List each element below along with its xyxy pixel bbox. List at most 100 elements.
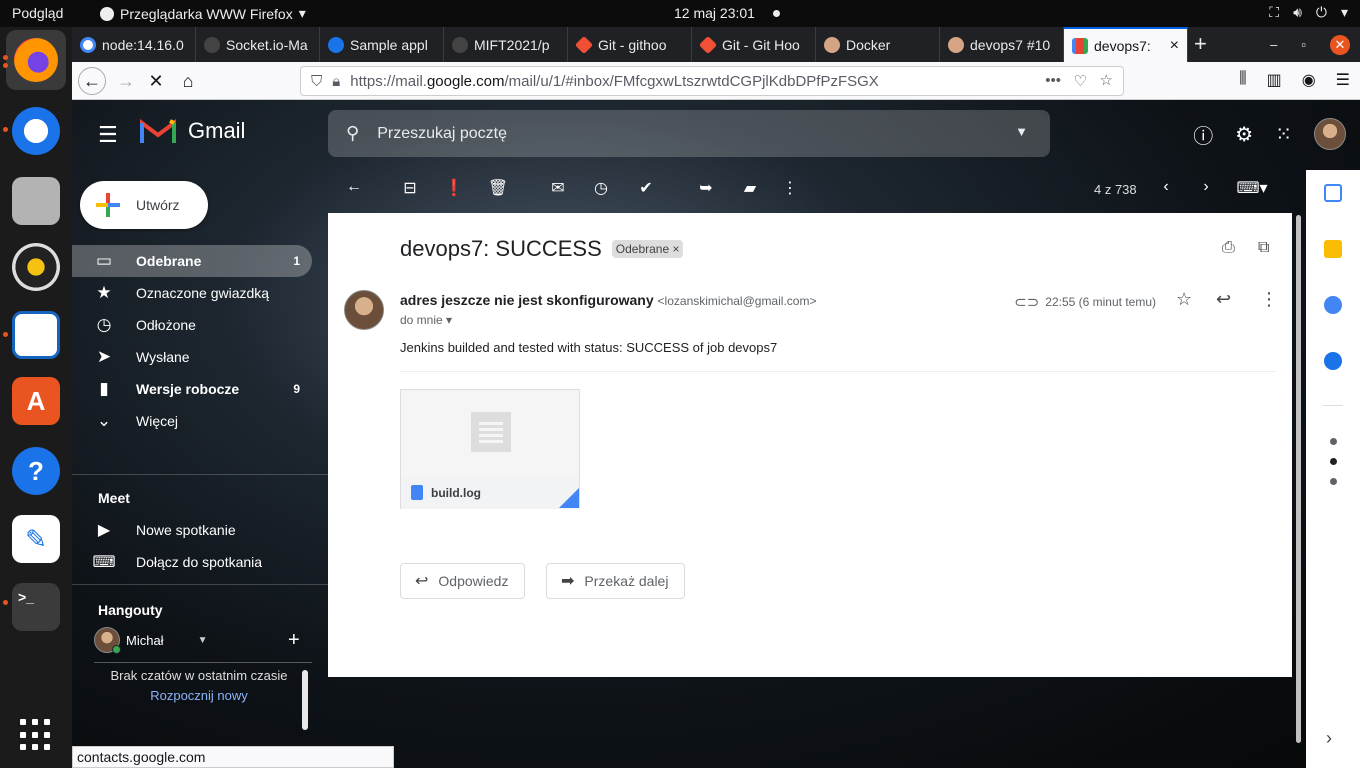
add-on-dot[interactable] (1330, 458, 1337, 465)
shield-icon[interactable]: ⛉ (311, 73, 322, 90)
gmail-logo[interactable]: Gmail (140, 117, 245, 145)
maximize-icon[interactable]: ▫ (1301, 37, 1306, 52)
lock-icon[interactable]: 🔒︎ (332, 73, 340, 90)
next-icon[interactable]: › (1194, 178, 1218, 196)
contacts-icon[interactable] (1324, 352, 1342, 370)
sender-name[interactable]: adres jeszcze nie jest skonfigurowany (400, 292, 654, 308)
recipients-toggle[interactable]: do mnie ▾ (400, 313, 452, 327)
inbox-label-chip[interactable]: Odebrane × (611, 240, 684, 258)
help-icon[interactable]: ? (12, 447, 60, 495)
pocket-icon[interactable]: ♡ (1074, 72, 1087, 90)
system-tray[interactable]: ⛶ 🔊︎ ⏻ ▾ (1269, 4, 1348, 21)
open-in-new-window-icon[interactable]: ⧉ (1258, 239, 1269, 257)
star-icon[interactable]: ☆ (1176, 289, 1192, 310)
browser-tab[interactable]: devops7 #10 (940, 27, 1064, 62)
home-button[interactable]: ⌂ (174, 67, 202, 95)
new-meeting-button[interactable]: ▶ Nowe spotkanie (72, 514, 328, 546)
activities-button[interactable]: Podgląd (12, 5, 63, 21)
library-icon[interactable]: ⫼ (1239, 70, 1246, 90)
search-bar[interactable]: ⚲ Przeszukaj pocztę ▼ (328, 110, 1050, 157)
hangouts-user[interactable]: Michał ▼ (94, 627, 208, 654)
scrollbar-thumb[interactable] (1296, 215, 1301, 743)
nav-more[interactable]: ⌄ Więcej (72, 405, 312, 437)
join-meeting-button[interactable]: ⌨ Dołącz do spotkania (72, 546, 328, 578)
network-icon[interactable]: ⛶ (1269, 4, 1279, 21)
chat-scrollbar[interactable] (302, 670, 308, 730)
back-to-inbox-icon[interactable]: ← (342, 178, 366, 196)
rhythmbox-icon[interactable] (12, 243, 60, 291)
move-to-icon[interactable]: ➥ (694, 178, 718, 198)
search-input[interactable]: Przeszukaj pocztę (377, 125, 507, 143)
start-new-chat-link[interactable]: Rozpocznij nowy (94, 686, 304, 706)
reply-button[interactable]: ↩ Odpowiedz (400, 563, 526, 599)
writer-icon[interactable] (12, 311, 60, 359)
url-bar[interactable]: ⛉ 🔒︎ https://mail.google.com/mail/u/1/#i… (300, 66, 1124, 96)
keep-icon[interactable] (1324, 240, 1342, 258)
more-actions-icon[interactable]: ⋮ (778, 178, 802, 198)
account-icon[interactable]: ◉ (1302, 70, 1316, 90)
new-chat-plus-icon[interactable]: + (288, 629, 300, 652)
nav-drafts[interactable]: ▮ Wersje robocze 9 (72, 373, 312, 405)
browser-tab[interactable]: Git - githoo (568, 27, 692, 62)
terminal-icon[interactable]: >_ (12, 583, 60, 631)
text-editor-icon[interactable]: ✎ (12, 515, 60, 563)
sender-avatar[interactable] (344, 290, 384, 330)
power-icon[interactable]: ⏻ (1316, 4, 1327, 21)
add-on-dot[interactable] (1330, 438, 1337, 445)
browser-tab[interactable]: Sample appl (320, 27, 444, 62)
message-scrollbar[interactable] (1294, 213, 1304, 753)
expand-panel-icon[interactable]: › (1326, 728, 1332, 749)
report-spam-icon[interactable]: ❗ (442, 178, 466, 198)
chevron-down-icon[interactable]: ▾ (1341, 4, 1348, 21)
delete-icon[interactable]: 🗑︎ (486, 178, 510, 198)
help-icon[interactable]: ⓘ (1193, 120, 1213, 149)
label-icon[interactable]: ▰ (738, 178, 762, 198)
hamburger-menu-icon[interactable]: ☰ (1336, 70, 1350, 90)
thunderbird-icon[interactable] (12, 107, 60, 155)
close-window-icon[interactable]: ✕ (1330, 34, 1350, 55)
browser-tab[interactable]: node:14.16.0 (72, 27, 196, 62)
chevron-down-icon[interactable]: ▼ (198, 635, 208, 646)
browser-tab[interactable]: Socket.io-Ma (196, 27, 320, 62)
account-avatar[interactable] (1314, 118, 1346, 150)
browser-tab[interactable]: Docker (816, 27, 940, 62)
nav-inbox[interactable]: ▭ Odebrane 1 (72, 245, 312, 277)
main-menu-icon[interactable]: ☰ (98, 122, 118, 148)
close-icon[interactable]: × (1170, 37, 1179, 55)
software-icon[interactable]: A (12, 377, 60, 425)
clock[interactable]: 12 maj 23:01 (674, 5, 755, 21)
nav-starred[interactable]: ★ Oznaczone gwiazdką (72, 277, 312, 309)
app-menu[interactable]: Przeglądarka WWW Firefox ▾ (100, 5, 306, 22)
browser-tab[interactable]: MIFT2021/p (444, 27, 568, 62)
snooze-icon[interactable]: ◷ (589, 178, 613, 198)
bookmark-star-icon[interactable]: ☆ (1100, 71, 1113, 89)
input-tools-icon[interactable]: ⌨▾ (1232, 178, 1272, 198)
apps-grid-icon[interactable]: ⁙ (1275, 122, 1292, 147)
minimize-icon[interactable]: – (1270, 37, 1277, 52)
more-options-icon[interactable]: ⋮ (1260, 289, 1278, 310)
settings-gear-icon[interactable]: ⚙ (1235, 122, 1253, 147)
calendar-icon[interactable] (1324, 184, 1342, 202)
back-button[interactable]: ← (78, 67, 106, 95)
attachment-card[interactable]: build.log (400, 389, 580, 509)
forward-button[interactable]: ➡ Przekaż dalej (546, 563, 686, 599)
reply-icon[interactable]: ↩ (1216, 289, 1231, 310)
print-icon[interactable]: ⎙ (1222, 239, 1235, 257)
stop-loading-button[interactable]: ✕ (142, 67, 170, 95)
firefox-icon[interactable] (6, 30, 66, 90)
search-icon[interactable]: ⚲ (346, 123, 359, 144)
forward-button[interactable]: → (112, 67, 140, 95)
show-apps-icon[interactable] (20, 719, 52, 751)
volume-icon[interactable]: 🔊︎ (1293, 4, 1302, 21)
new-tab-button[interactable]: + (1194, 31, 1207, 57)
mark-unread-icon[interactable]: ✉ (546, 178, 570, 198)
archive-icon[interactable]: ⊟ (398, 178, 422, 198)
files-icon[interactable] (12, 177, 60, 225)
page-actions-icon[interactable]: ••• (1045, 72, 1061, 89)
browser-tab[interactable]: Git - Git Hoo (692, 27, 816, 62)
tasks-icon[interactable] (1324, 296, 1342, 314)
nav-snoozed[interactable]: ◷ Odłożone (72, 309, 312, 341)
sidebar-icon[interactable]: ▥ (1267, 70, 1282, 90)
previous-icon[interactable]: ‹ (1154, 178, 1178, 196)
search-options-icon[interactable]: ▼ (1015, 124, 1028, 139)
